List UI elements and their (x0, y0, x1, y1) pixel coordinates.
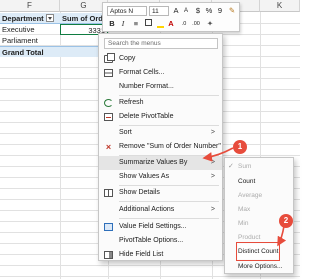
menu-item-copy[interactable]: Copy (99, 52, 222, 66)
submenu-item-label: Max (238, 206, 251, 213)
submenu-item-label: Average (238, 192, 263, 199)
borders-icon[interactable] (143, 19, 153, 29)
submenu-item-average[interactable]: Average (225, 188, 293, 203)
submenu-item-more-options[interactable]: More Options... (225, 259, 293, 274)
context-menu: Search the menus Copy Format Cells... Nu… (98, 33, 223, 261)
menu-item-sort[interactable]: Sort > (99, 126, 222, 140)
bold-button[interactable]: B (107, 19, 117, 29)
chevron-right-icon: > (210, 206, 215, 213)
copy-icon (104, 53, 115, 63)
submenu-item-distinct-count[interactable]: Distinct Count (225, 242, 293, 261)
menu-item-label: Show Values As (119, 173, 170, 180)
submenu-item-count[interactable]: Count (225, 174, 293, 189)
column-header-f[interactable]: F (0, 0, 60, 12)
menu-item-remove-field[interactable]: × Remove "Sum of Order Number" (99, 140, 222, 154)
font-size-box[interactable]: 11 (149, 6, 169, 16)
submenu-item-label: Sum (238, 163, 252, 170)
chevron-right-icon: > (210, 129, 215, 136)
menu-item-label: Value Field Settings... (119, 223, 187, 230)
submenu-item-sum[interactable]: ✓ Sum (225, 159, 293, 174)
pivot-row-label[interactable]: Parliament (0, 35, 60, 46)
menu-item-hide-field-list[interactable]: Hide Field List (99, 248, 222, 262)
menu-item-label: Hide Field List (119, 251, 164, 258)
submenu-item-label: Distinct Count (235, 242, 281, 261)
menu-item-summarize-values-by[interactable]: Summarize Values By > (99, 156, 222, 170)
pivot-value-header[interactable]: Sum of Order Number (60, 13, 108, 24)
increase-decimal-icon[interactable]: .0 (179, 19, 189, 29)
filter-dropdown-icon[interactable] (45, 14, 54, 23)
menu-item-label: Number Format... (119, 83, 174, 90)
submenu-item-label: Count (238, 178, 256, 185)
format-painter-icon[interactable]: ✎ (227, 6, 237, 16)
format-cells-icon (104, 69, 113, 77)
menu-item-label: Copy (119, 55, 136, 62)
submenu-item-label: Min (238, 220, 249, 227)
menu-item-value-field-settings[interactable]: Value Field Settings... (99, 220, 222, 234)
pivot-row-header[interactable]: Department (0, 13, 60, 24)
percent-button[interactable]: % (204, 6, 214, 16)
show-details-icon (104, 189, 113, 197)
gridline (0, 276, 300, 277)
checkmark-icon: ✓ (228, 163, 234, 170)
menu-item-label: Refresh (119, 99, 144, 106)
pivot-row-header-label: Department (2, 14, 44, 23)
menu-item-show-values-as[interactable]: Show Values As > (99, 170, 222, 184)
currency-icon[interactable]: $ (193, 6, 203, 16)
align-center-icon[interactable]: ≡ (131, 19, 141, 29)
mini-toolbar: Aptos N 11 A A $ % 9 ✎ B I ≡ A .0 .00 ✦ (102, 2, 240, 32)
column-header-g[interactable]: G (60, 0, 108, 12)
delete-pivottable-icon (104, 113, 113, 121)
menu-item-refresh[interactable]: Refresh (99, 96, 222, 110)
menu-item-pivottable-options[interactable]: PivotTable Options... (99, 234, 222, 248)
menu-separator (119, 201, 219, 202)
menu-search-input[interactable]: Search the menus (104, 38, 218, 49)
callout-badge-1: 1 (233, 140, 247, 154)
menu-item-number-format[interactable]: Number Format... (99, 80, 222, 94)
refresh-icon (104, 99, 113, 107)
menu-item-additional-actions[interactable]: Additional Actions > (99, 203, 222, 217)
comma-style-button[interactable]: 9 (215, 6, 225, 16)
font-name-box[interactable]: Aptos N (107, 6, 147, 16)
decrease-decimal-icon[interactable]: .00 (191, 19, 201, 29)
italic-button[interactable]: I (118, 19, 128, 29)
chevron-right-icon: > (210, 159, 215, 166)
menu-separator (119, 218, 219, 219)
increase-font-icon[interactable]: A (171, 6, 181, 16)
menu-item-label: Summarize Values By (119, 159, 188, 166)
chevron-right-icon: > (210, 173, 215, 180)
submenu-item-label: More Options... (238, 263, 283, 270)
menu-item-label: Delete PivotTable (119, 113, 174, 120)
submenu-item-label: Product (238, 234, 261, 241)
menu-item-label: Format Cells... (119, 69, 165, 76)
field-settings-icon (104, 223, 113, 231)
submenu-item-product[interactable]: Product (225, 230, 293, 245)
remove-icon: × (105, 142, 112, 152)
fill-color-icon[interactable] (155, 19, 165, 29)
font-color-icon[interactable]: A (166, 19, 176, 29)
menu-item-label: Sort (119, 129, 132, 136)
menu-item-delete-pivottable[interactable]: Delete PivotTable (99, 110, 222, 124)
hide-field-list-icon (104, 251, 113, 259)
callout-badge-2: 2 (279, 214, 293, 228)
clear-icon[interactable]: ✦ (205, 19, 215, 29)
menu-item-label: Remove "Sum of Order Number" (119, 143, 221, 150)
menu-item-label: PivotTable Options... (119, 237, 184, 244)
menu-item-format-cells[interactable]: Format Cells... (99, 66, 222, 80)
menu-item-show-details[interactable]: Show Details (99, 186, 222, 200)
decrease-font-icon[interactable]: A (181, 6, 191, 16)
menu-item-label: Additional Actions (119, 206, 175, 213)
menu-item-label: Show Details (119, 189, 160, 196)
pivot-row-label[interactable]: Executive (0, 24, 60, 35)
grand-total-row[interactable]: Grand Total (0, 46, 108, 57)
column-header-k[interactable]: K (260, 0, 300, 12)
